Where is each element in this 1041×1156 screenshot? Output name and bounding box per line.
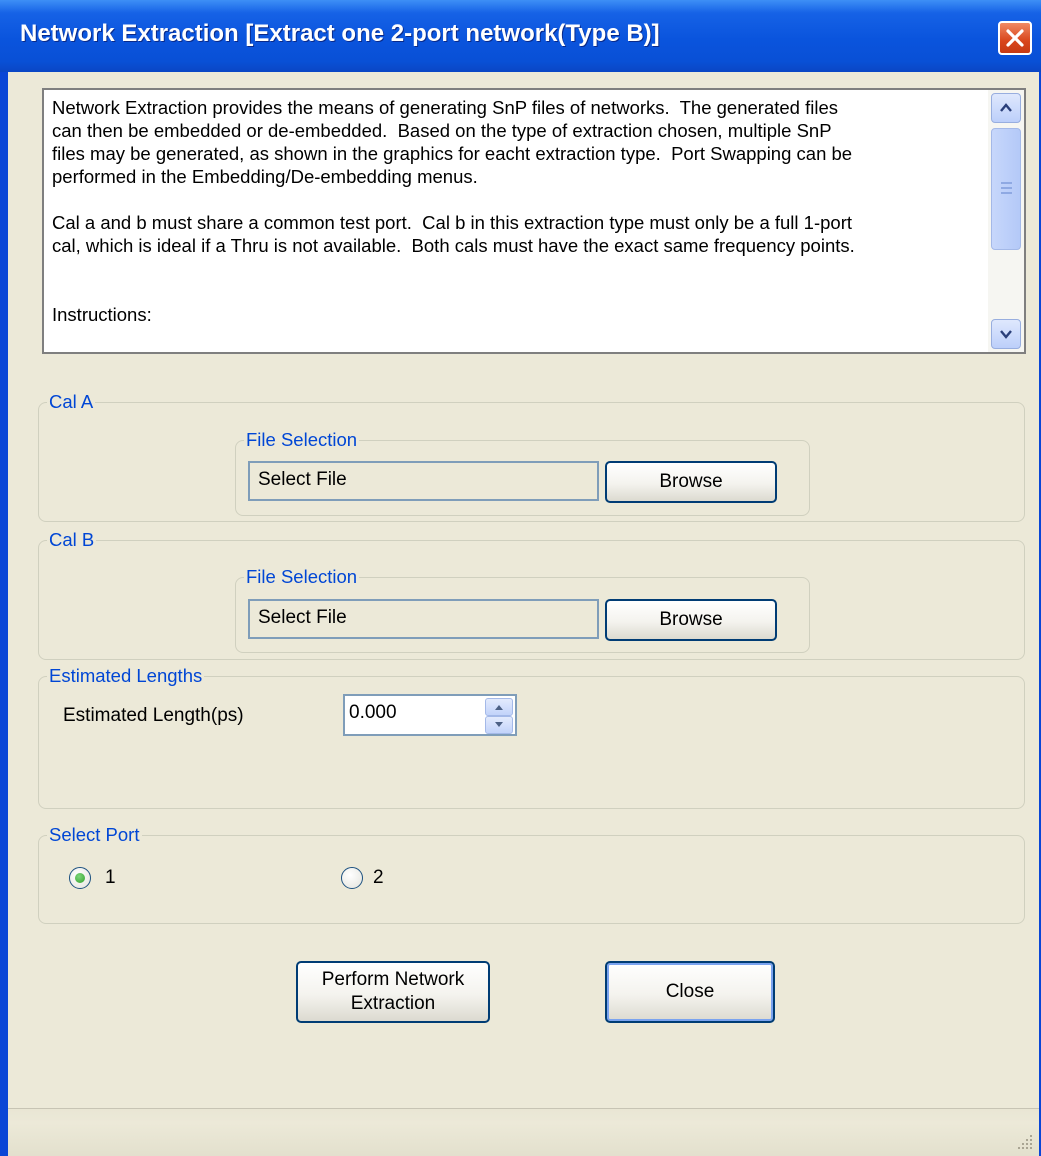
estimated-length-label: Estimated Length(ps) bbox=[63, 705, 244, 726]
cal-a-file-selection-group: File Selection Select File Browse bbox=[235, 429, 810, 516]
cal-b-file-selection-legend: File Selection bbox=[244, 566, 360, 588]
cal-b-file-selection-group: File Selection Select File Browse bbox=[235, 566, 810, 653]
estimated-lengths-group: Estimated Lengths Estimated Length(ps) 0… bbox=[38, 665, 1025, 809]
estimated-length-spinbox[interactable]: 0.000 bbox=[343, 694, 517, 736]
perform-button-line-2: Extraction bbox=[350, 993, 436, 1014]
scroll-thumb[interactable] bbox=[991, 128, 1021, 250]
cal-a-legend: Cal A bbox=[47, 391, 96, 413]
dialog-window: Network Extraction [Extract one 2-port n… bbox=[0, 0, 1041, 1156]
cal-a-group: Cal A File Selection Select File Browse bbox=[38, 391, 1025, 522]
estimated-lengths-legend: Estimated Lengths bbox=[47, 665, 205, 687]
cal-b-file-field[interactable]: Select File bbox=[248, 599, 599, 639]
port-2-label[interactable]: 2 bbox=[373, 867, 384, 889]
perform-button-line-1: Perform Network bbox=[321, 969, 465, 990]
chevron-up-icon bbox=[1000, 103, 1012, 112]
cal-a-browse-button[interactable]: Browse bbox=[605, 461, 777, 503]
select-port-group: Select Port 1 2 bbox=[38, 824, 1025, 924]
port-2-radio[interactable] bbox=[341, 867, 363, 889]
cal-a-file-selection-legend: File Selection bbox=[244, 429, 360, 451]
scroll-down-button[interactable] bbox=[991, 319, 1021, 349]
description-text: Network Extraction provides the means of… bbox=[52, 97, 855, 325]
radio-selected-indicator bbox=[75, 873, 85, 883]
spin-up-icon bbox=[495, 705, 503, 710]
title-bar[interactable]: Network Extraction [Extract one 2-port n… bbox=[0, 0, 1041, 72]
status-bar bbox=[8, 1108, 1039, 1156]
resize-grip-icon[interactable] bbox=[1015, 1132, 1035, 1152]
select-port-legend: Select Port bbox=[47, 824, 142, 846]
description-scrollbar[interactable] bbox=[988, 90, 1024, 352]
close-window-button[interactable] bbox=[998, 21, 1032, 55]
cal-a-file-field[interactable]: Select File bbox=[248, 461, 599, 501]
estimated-length-value[interactable]: 0.000 bbox=[349, 702, 397, 724]
cal-b-browse-button[interactable]: Browse bbox=[605, 599, 777, 641]
spin-down-icon bbox=[495, 722, 503, 727]
perform-network-extraction-button[interactable]: Perform Network Extraction bbox=[296, 961, 490, 1023]
chevron-down-icon bbox=[1000, 330, 1012, 339]
scroll-up-button[interactable] bbox=[991, 93, 1021, 123]
spin-up-button[interactable] bbox=[485, 698, 513, 716]
description-textarea[interactable]: Network Extraction provides the means of… bbox=[42, 88, 1026, 354]
close-button[interactable]: Close bbox=[605, 961, 775, 1023]
cal-b-group: Cal B File Selection Select File Browse bbox=[38, 529, 1025, 660]
port-1-label[interactable]: 1 bbox=[105, 867, 116, 889]
window-title: Network Extraction [Extract one 2-port n… bbox=[20, 20, 660, 47]
close-icon bbox=[1006, 29, 1024, 47]
spin-down-button[interactable] bbox=[485, 716, 513, 734]
port-1-radio[interactable] bbox=[69, 867, 91, 889]
cal-b-legend: Cal B bbox=[47, 529, 97, 551]
